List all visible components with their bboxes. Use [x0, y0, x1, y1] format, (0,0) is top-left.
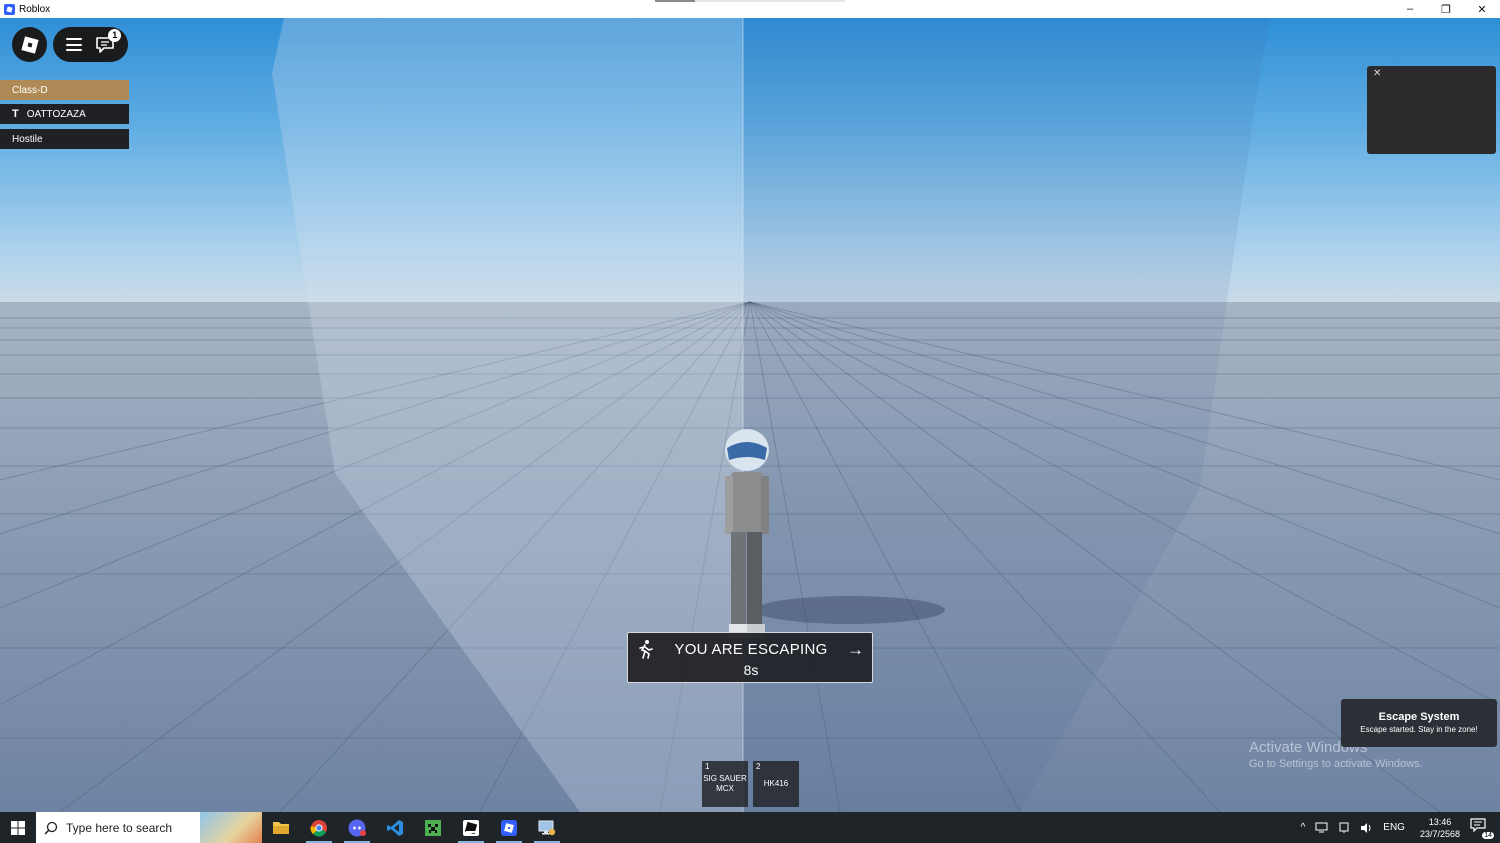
taskbar-roblox-studio[interactable] [452, 812, 490, 843]
hotbar-slot-1[interactable]: 1 SIG SAUER MCX [702, 761, 748, 807]
minimize-button[interactable]: – [1392, 0, 1428, 18]
file-explorer-icon [273, 822, 289, 834]
volume-icon[interactable] [1360, 822, 1373, 834]
titlebar-drag-indicator [655, 0, 845, 2]
roblox-logo-icon [20, 35, 39, 54]
system-tray: ^ ENG 13:46 23/7/2568 14 [1296, 812, 1500, 843]
notification-body: Escape started. Stay in the zone! [1360, 725, 1478, 734]
taskbar-remote-desktop[interactable] [528, 812, 566, 843]
taskbar-file-explorer[interactable] [262, 812, 300, 843]
window-titlebar: Roblox – ❐ ✕ [0, 0, 1500, 18]
arrow-right-icon: → [847, 640, 864, 659]
escape-system-notification: Escape System Escape started. Stay in th… [1341, 699, 1497, 747]
roblox-app-icon [4, 3, 15, 15]
chat-button[interactable]: 1 [95, 28, 122, 54]
premium-t-icon: T [12, 108, 19, 120]
player-status: Hostile [12, 133, 43, 145]
player-avatar [725, 429, 769, 638]
team-name: Class-D [12, 84, 48, 96]
roblox-studio-icon [463, 819, 479, 836]
slot-weapon-name: HK416 [763, 779, 789, 788]
vscode-icon [387, 819, 403, 836]
window-title: Roblox [19, 3, 51, 15]
search-icon [44, 821, 58, 835]
escape-countdown: 8s [743, 662, 759, 678]
notification-count-badge: 14 [1482, 831, 1494, 839]
language-indicator[interactable]: ENG [1383, 822, 1405, 833]
hotbar-slot-2[interactable]: 2 HK416 [753, 761, 799, 807]
meeting-icon[interactable] [1338, 822, 1350, 834]
taskbar-roblox[interactable] [490, 812, 528, 843]
player-name: OATTOZAZA [26, 108, 86, 120]
player-list-panel: ✕ [1367, 66, 1496, 154]
taskbar-search-box[interactable]: Type here to search [36, 812, 262, 843]
taskbar-discord[interactable] [338, 812, 376, 843]
notification-center-icon [1470, 817, 1486, 832]
remote-desktop-icon [538, 820, 556, 835]
taskbar-minecraft[interactable] [414, 812, 452, 843]
roblox-menu-button[interactable] [12, 27, 47, 62]
roblox-icon [501, 819, 517, 836]
hamburger-menu-icon[interactable] [65, 38, 82, 51]
windows-logo-icon [11, 820, 25, 835]
watermark-subtitle: Go to Settings to activate Windows. [1249, 758, 1423, 770]
baseplate-grid [0, 18, 1500, 812]
chat-unread-badge: 1 [108, 28, 122, 42]
discord-icon [348, 819, 366, 836]
close-button[interactable]: ✕ [1464, 0, 1500, 18]
close-icon[interactable]: ✕ [1373, 68, 1381, 79]
taskbar-chrome[interactable] [300, 812, 338, 843]
team-header[interactable]: Class-D [0, 80, 129, 100]
roblox-window: Roblox – ❐ ✕ 1 ✕ Class-D T OATTOZAZA Hos… [0, 0, 1500, 843]
windows-taskbar: Type here to search ^ ENG 13:46 23/7/256… [0, 812, 1500, 843]
taskbar-vscode[interactable] [376, 812, 414, 843]
taskbar-clock[interactable]: 13:46 23/7/2568 [1420, 816, 1460, 840]
escape-title: YOU ARE ESCAPING [674, 641, 828, 658]
slot-weapon-name: SIG SAUER MCX [703, 774, 747, 793]
clock-time: 13:46 [1428, 816, 1452, 827]
minecraft-icon [425, 819, 441, 836]
window-controls: – ❐ ✕ [1392, 0, 1500, 18]
escape-banner: YOU ARE ESCAPING 8s → [627, 632, 873, 683]
start-button[interactable] [0, 812, 36, 843]
search-highlight-image [200, 812, 262, 843]
notification-title: Escape System [1378, 711, 1460, 723]
player-list-item[interactable]: T OATTOZAZA [0, 104, 129, 124]
restore-button[interactable]: ❐ [1428, 0, 1464, 18]
player-status-row: Hostile [0, 129, 129, 149]
chrome-icon [310, 819, 327, 836]
chevron-up-icon[interactable]: ^ [1301, 822, 1306, 833]
top-menu-group: 1 [53, 27, 128, 62]
search-placeholder: Type here to search [66, 820, 173, 835]
notification-center-button[interactable]: 14 [1470, 817, 1494, 839]
game-viewport[interactable] [0, 18, 1500, 812]
clock-date: 23/7/2568 [1419, 828, 1460, 839]
network-icon[interactable] [1315, 822, 1328, 833]
